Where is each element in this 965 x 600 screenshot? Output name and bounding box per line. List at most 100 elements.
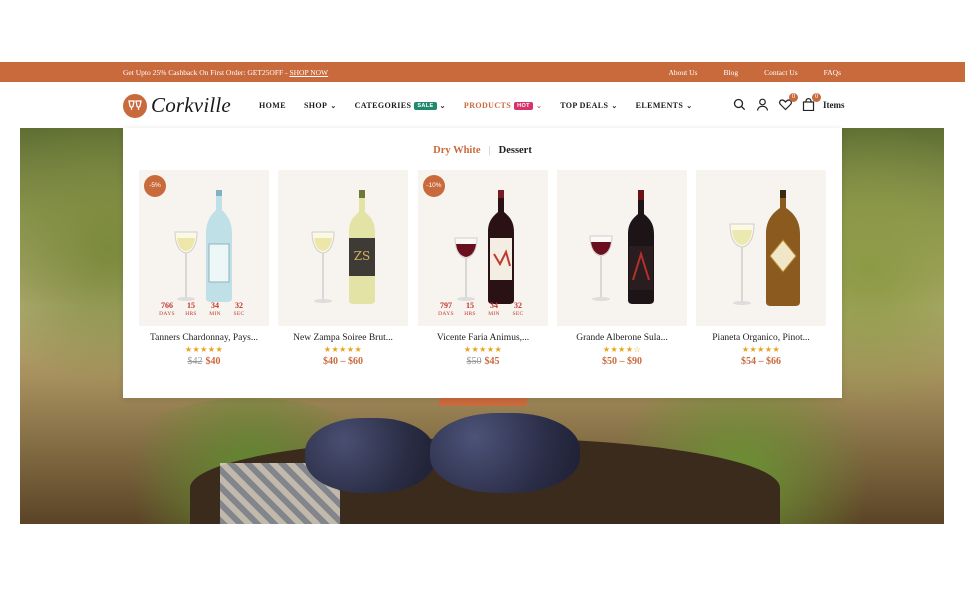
promo-message: Get Upto 25% Cashback On First Order: GE… (123, 68, 290, 77)
logo-badge-icon (123, 93, 147, 118)
product-card[interactable]: -10% 797 DAYS 15 HRS 34 MIN 32 SEC Vicente F… (418, 170, 548, 367)
chevron-down-icon: ⌄ (611, 101, 618, 110)
nav-categories-label: CATEGORIES (354, 101, 412, 110)
grapes-left-shape (305, 418, 435, 493)
cart-items-label[interactable]: Items (823, 100, 845, 110)
tab-separator: | (488, 145, 491, 156)
contact-us-link[interactable]: Contact Us (764, 68, 798, 77)
star-rating: ★★★★★ (323, 345, 363, 354)
countdown-hrs: 15 (466, 301, 474, 310)
star-rating: ★★★★★ (741, 345, 781, 354)
chevron-down-icon: ⌄ (439, 101, 446, 110)
nav-shop[interactable]: SHOP ⌄ (304, 101, 337, 110)
tab-dry-white[interactable]: Dry White (433, 145, 480, 156)
product-title[interactable]: Pianeta Organico, Pinot... (696, 333, 826, 343)
brand-name: Corkville (151, 93, 231, 117)
search-icon[interactable] (733, 98, 747, 112)
star-rating: ★★★★★ (463, 345, 503, 354)
nav-elements-label: ELEMENTS (635, 101, 684, 110)
countdown-sec: 32 (235, 301, 243, 310)
products-mega-menu: Dry White | Dessert -5% 766 DAYS 15 HRS 34 MI… (123, 128, 842, 398)
nav-home-label: HOME (259, 101, 286, 110)
countdown-sec-label: SEC (233, 311, 245, 317)
product-price: $50 – $90 (557, 356, 687, 367)
current-price: $54 – $66 (741, 356, 781, 367)
cart-count-badge: 0 (812, 93, 821, 102)
product-card[interactable]: Grande Alberone Sula... ★★★★☆ $50 – $90 (557, 170, 687, 367)
cart-bag-icon[interactable]: 0 (802, 93, 821, 112)
current-price: $40 – $60 (323, 356, 363, 367)
countdown-days-label: DAYS (438, 311, 454, 317)
blog-link[interactable]: Blog (723, 68, 738, 77)
about-us-link[interactable]: About Us (669, 68, 698, 77)
user-icon[interactable] (756, 98, 770, 112)
chevron-down-icon: ⌄ (330, 101, 337, 110)
star-rating: ★★★★☆ (602, 345, 642, 354)
top-promo-bar: Get Upto 25% Cashback On First Order: GE… (0, 62, 965, 82)
product-card[interactable]: ZS New Zampa Soiree Brut... ★★★★★ $40 – … (278, 170, 408, 367)
countdown-sec-label: SEC (512, 311, 524, 317)
product-card[interactable]: -5% 766 DAYS 15 HRS 34 MIN 32 SEC Tanners Ch… (139, 170, 269, 367)
nav-products-label: PRODUCTS (463, 101, 512, 110)
countdown-timer: 797 DAYS 15 HRS 34 MIN 32 SEC (434, 301, 530, 317)
tab-dessert[interactable]: Dessert (499, 145, 532, 156)
product-price: $50 $45 (418, 356, 548, 367)
wishlist-count-badge: 0 (789, 93, 798, 102)
sale-tag: SALE (414, 101, 437, 110)
product-title[interactable]: Vicente Faria Animus,... (418, 333, 548, 343)
countdown-min: 34 (211, 301, 219, 310)
star-rating: ★★★★★ (184, 345, 224, 354)
countdown-min: 34 (490, 301, 498, 310)
product-image[interactable]: -5% 766 DAYS 15 HRS 34 MIN 32 SEC (139, 170, 269, 326)
faqs-link[interactable]: FAQs (824, 68, 841, 77)
nav-home[interactable]: HOME (259, 101, 286, 110)
current-price: $50 – $90 (602, 356, 642, 367)
svg-text:ZS: ZS (354, 249, 371, 263)
product-image[interactable] (557, 170, 687, 326)
countdown-days-label: DAYS (159, 311, 175, 317)
header-icons: 0 0 Items (733, 93, 845, 112)
current-price: $40 (205, 356, 221, 367)
nav-categories[interactable]: CATEGORIES SALE ⌄ (355, 101, 446, 110)
hero-button-edge (439, 398, 527, 406)
chevron-down-icon: ⌄ (535, 101, 543, 110)
discount-badge: -10% (423, 175, 445, 197)
old-price: $42 (187, 356, 203, 367)
countdown-hrs: 15 (187, 301, 195, 310)
product-title[interactable]: New Zampa Soiree Brut... (278, 333, 408, 343)
countdown-days: 797 (440, 301, 452, 310)
old-price: $50 (466, 356, 482, 367)
product-image[interactable]: -10% 797 DAYS 15 HRS 34 MIN 32 SEC (418, 170, 548, 326)
logo[interactable]: Corkville (123, 93, 231, 118)
current-price: $45 (484, 356, 500, 367)
product-card[interactable]: Pianeta Organico, Pinot... ★★★★★ $54 – $… (696, 170, 826, 367)
grapes-right-shape (430, 413, 580, 493)
product-title[interactable]: Grande Alberone Sula... (557, 333, 687, 343)
countdown-hrs-label: HRS (464, 311, 476, 317)
countdown-min-label: MIN (488, 311, 500, 317)
discount-badge: -5% (144, 175, 166, 197)
nav-products[interactable]: PRODUCTS HOT ⌄ (464, 101, 542, 110)
product-price: $54 – $66 (696, 356, 826, 367)
countdown-timer: 766 DAYS 15 HRS 34 MIN 32 SEC (155, 301, 251, 317)
top-links: About Us Blog Contact Us FAQs (643, 68, 841, 77)
countdown-min-label: MIN (209, 311, 221, 317)
shop-now-link[interactable]: SHOP NOW (289, 68, 328, 77)
hot-tag: HOT (514, 101, 533, 110)
countdown-days: 766 (161, 301, 173, 310)
nav-elements[interactable]: ELEMENTS ⌄ (636, 101, 693, 110)
chevron-down-icon: ⌄ (686, 101, 693, 110)
wishlist-heart-icon[interactable]: 0 (779, 93, 798, 112)
main-nav: HOME SHOP ⌄ CATEGORIES SALE ⌄ PRODUCTS HOT ⌄ … (259, 101, 711, 110)
promo-text: Get Upto 25% Cashback On First Order: GE… (123, 68, 328, 77)
product-image[interactable] (696, 170, 826, 326)
product-title[interactable]: Tanners Chardonnay, Pays... (139, 333, 269, 343)
mega-menu-tabs: Dry White | Dessert (123, 145, 842, 156)
product-price: $42 $40 (139, 356, 269, 367)
countdown-sec: 32 (514, 301, 522, 310)
nav-top-deals[interactable]: TOP DEALS ⌄ (560, 101, 617, 110)
product-image[interactable]: ZS (278, 170, 408, 326)
nav-top-deals-label: TOP DEALS (560, 101, 609, 110)
nav-shop-label: SHOP (303, 101, 328, 110)
countdown-hrs-label: HRS (185, 311, 197, 317)
